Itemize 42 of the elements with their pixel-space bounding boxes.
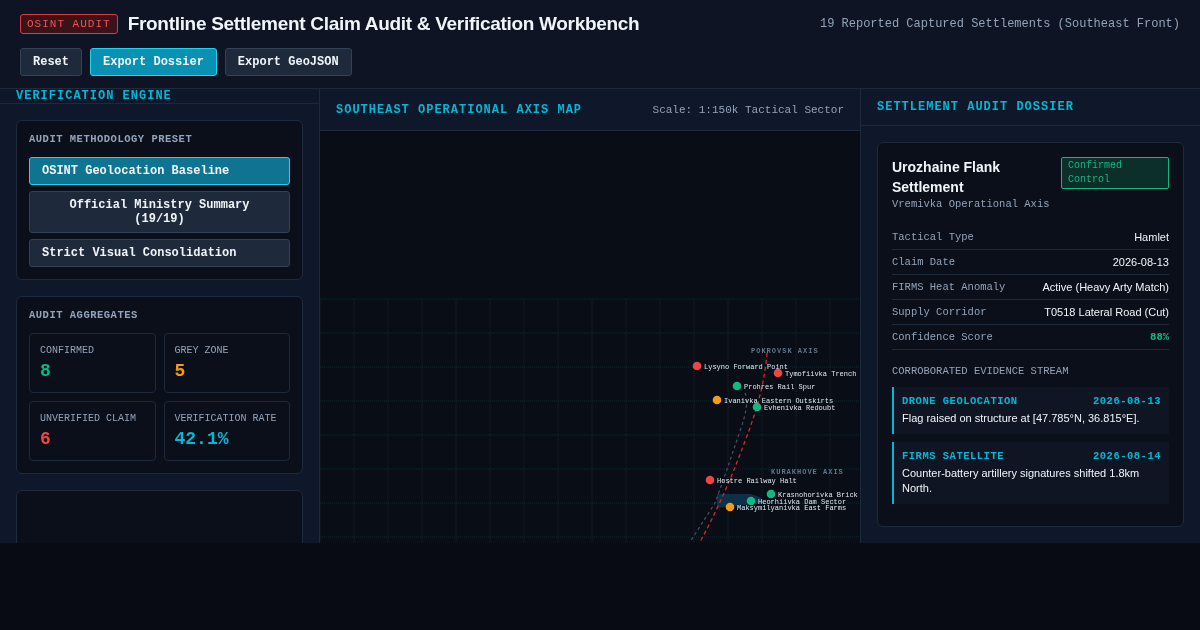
panel-title: SETTLEMENT AUDIT DOSSIER <box>877 100 1074 114</box>
field-value: 88% <box>1150 331 1169 343</box>
evidence-text: Flag raised on structure at [47.785°N, 36.815°E]. <box>902 411 1141 426</box>
field-label: Supply Corridor <box>892 306 987 318</box>
field-label: Confidence Score <box>892 331 993 343</box>
evidence-source: DRONE GEOLOCATION <box>902 395 1018 407</box>
toolbar-button[interactable]: Reset <box>20 48 82 76</box>
evidence-source: FIRMS SATELLITE <box>902 450 1004 462</box>
settlement-axis: Vremivka Operational Axis <box>892 198 1050 210</box>
evidence-date: 2026-08-14 <box>1093 450 1161 462</box>
stat-value: 6 <box>40 429 52 449</box>
field-label: Tactical Type <box>892 231 974 243</box>
card-title: AUDIT AGGREGATES <box>29 309 139 321</box>
stat-label: VERIFICATION RATE <box>174 413 278 424</box>
field-label: FIRMS Heat Anomaly <box>892 281 1006 293</box>
stat-label: CONFIRMED <box>40 345 95 356</box>
card-title: AUDIT METHODOLOGY PRESET <box>29 133 194 145</box>
settlement-name: Urozhaine Flank Settlement <box>892 158 1002 197</box>
section-title: CORROBORATED EVIDENCE STREAM <box>892 365 1070 377</box>
stat-label: GREY ZONE <box>174 345 230 356</box>
stat-value: 42.1% <box>174 429 230 449</box>
stat-value: 5 <box>174 361 187 381</box>
preset-option[interactable]: Official Ministry Summary (19/19) <box>29 191 290 233</box>
field-value: 2026-08-13 <box>1112 256 1169 268</box>
panel-title: SOUTHEAST OPERATIONAL AXIS MAP <box>336 102 583 117</box>
field-value: T0518 Lateral Road (Cut) <box>1044 306 1169 318</box>
app-badge: OSINT AUDIT <box>20 14 118 34</box>
map-scale: Scale: 1:150k Tactical Sector <box>652 103 844 116</box>
toolbar-button[interactable]: Export GeoJSON <box>224 48 352 76</box>
settlement-summary: 19 Reported Captured Settlements (Southeast Front) <box>819 17 1180 31</box>
preset-option[interactable]: Strict Visual Consolidation <box>29 239 290 267</box>
stat-label: UNVERIFIED CLAIM <box>40 413 137 424</box>
status-tag: Confirmed Control <box>1061 157 1169 189</box>
app-title: Frontline Settlement Claim Audit & Verification Workbench <box>127 13 640 35</box>
field-label: Claim Date <box>892 256 955 268</box>
preset-option[interactable]: OSINT Geolocation Baseline <box>29 157 290 185</box>
evidence-date: 2026-08-13 <box>1093 395 1161 407</box>
evidence-text: Counter-battery artillery signatures shifted 1.8km North. <box>902 466 1141 496</box>
panel-title: VERIFICATION ENGINE <box>16 89 172 103</box>
field-value: Active (Heavy Arty Match) <box>1042 281 1169 293</box>
field-value: Hamlet <box>1134 231 1169 243</box>
stat-value: 8 <box>40 361 52 381</box>
